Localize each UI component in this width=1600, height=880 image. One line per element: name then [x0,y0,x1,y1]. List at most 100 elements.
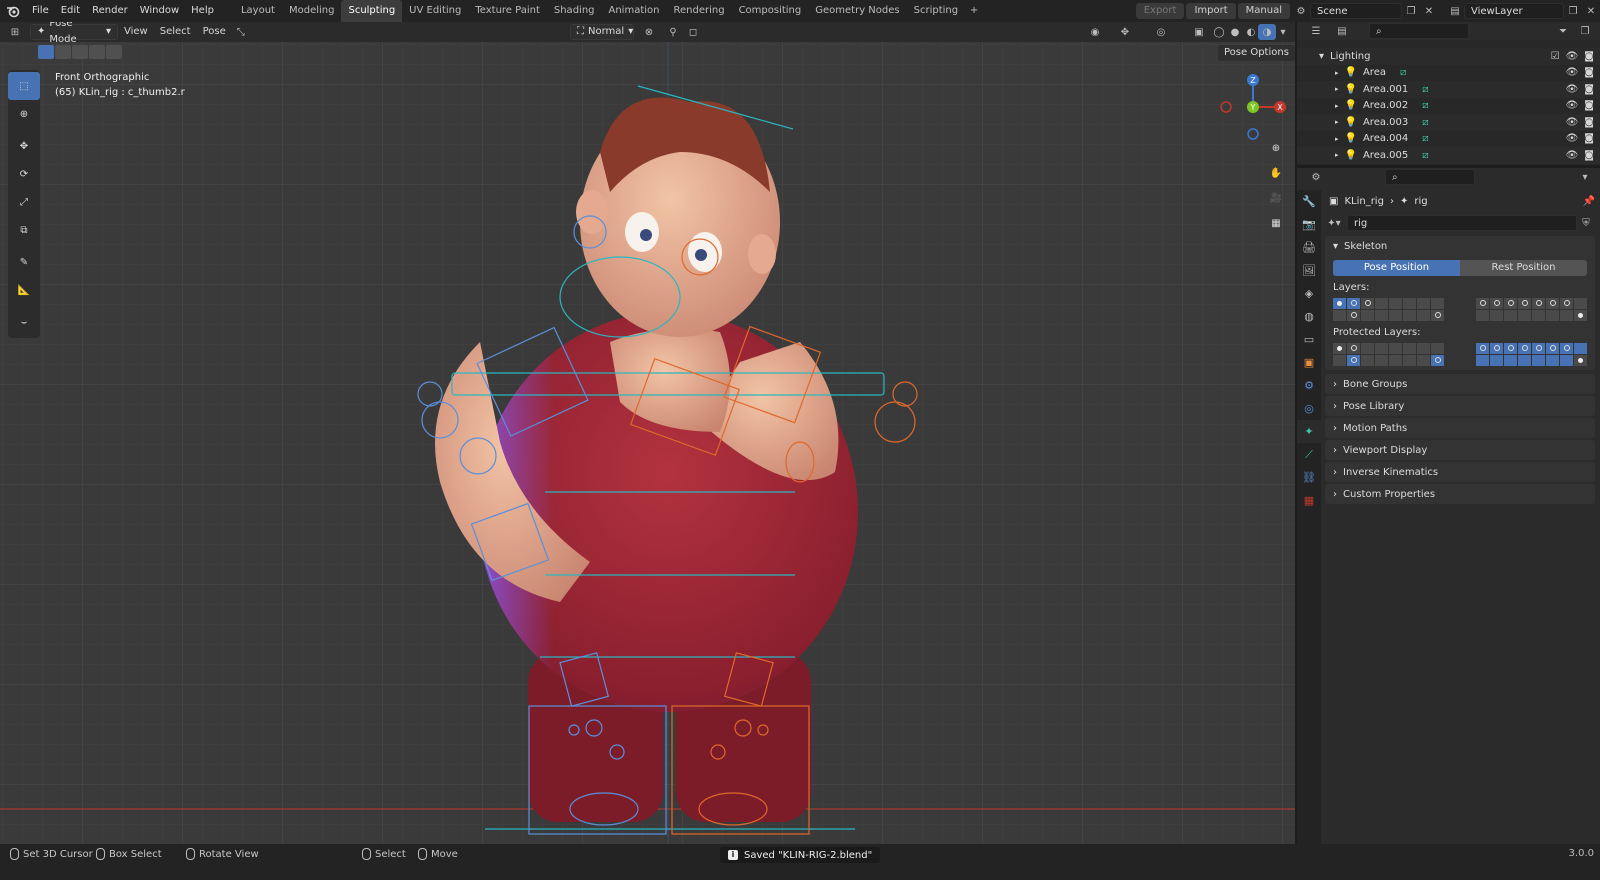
menu-pose[interactable]: Pose [197,22,232,42]
chevron-down-icon[interactable]: ▾ [1319,51,1324,62]
3d-viewport[interactable]: ⊞ ✦ Pose Mode ▾ View Select Pose ⤡ ⛶ Nor… [0,22,1295,844]
camera-icon[interactable]: ◙ [1584,133,1594,144]
checkbox-icon[interactable]: ☑ [1551,51,1560,62]
outliner-row[interactable]: ▸ 💡 Area.004 ⧄ 👁 ◙ [1297,131,1600,148]
modifier-tab-icon[interactable]: ⚙ [1297,374,1321,397]
chevron-right-icon[interactable]: ▸ [1335,135,1339,143]
skeleton-panel-header[interactable]: ▾ Skeleton [1325,236,1595,256]
outliner-row[interactable]: ▸ 💡 Area.001 ⧄ 👁 ◙ [1297,81,1600,98]
rest-position-button[interactable]: Rest Position [1460,260,1587,276]
camera-icon[interactable]: ◙ [1584,67,1594,78]
proportional-edit-icon[interactable]: ◻ [684,24,702,40]
menu-select[interactable]: Select [154,22,197,42]
outliner-row[interactable]: ▸ 💡 Area ⧄ 👁 ◙ [1297,65,1600,82]
tab-sculpting[interactable]: Sculpting [341,0,403,22]
viewlayer-icon[interactable]: ▤ [1446,3,1464,19]
orientation-dropdown[interactable]: ⛶ Normal ▾ [570,24,634,40]
outliner-row[interactable]: ▸ 💡 Area.002 ⧄ 👁 ◙ [1297,98,1600,115]
bone-arm-ik-r[interactable] [874,401,916,443]
outliner-row[interactable]: ▸ 💡 Area.005 ⧄ 👁 ◙ [1297,147,1600,164]
tab-texture-paint[interactable]: Texture Paint [468,0,547,22]
output-tab-icon[interactable]: 🖨 [1297,236,1321,259]
pose-position-button[interactable]: Pose Position [1333,260,1460,276]
eye-icon[interactable]: 👁 [1566,67,1579,78]
protected-grid-right[interactable] [1476,343,1587,366]
bone-tab-icon[interactable]: ⟋ [1297,443,1321,466]
gizmo-toggle-icon[interactable]: ✥ [1116,24,1134,40]
eye-icon[interactable]: 👁 [1566,100,1579,111]
bone-constraint-tab-icon[interactable]: ⛓ [1297,466,1321,489]
menu-window[interactable]: Window [134,0,185,22]
tab-rendering[interactable]: Rendering [666,0,731,22]
overlay-toggle-icon[interactable]: ◎ [1152,24,1170,40]
camera-icon[interactable]: ◙ [1584,100,1594,111]
fake-user-shield-icon[interactable]: ⛨ [1577,215,1595,231]
tab-modeling[interactable]: Modeling [282,0,342,22]
character-model[interactable] [435,97,858,822]
display-mode-icon[interactable]: ▤ [1333,23,1351,39]
manual-button[interactable]: Manual [1237,3,1290,19]
chevron-right-icon[interactable]: ▸ [1335,85,1339,93]
viewport-display-panel[interactable]: › Viewport Display [1325,440,1595,460]
menu-file[interactable]: File [26,0,55,22]
add-workspace-icon[interactable]: + [965,0,983,22]
xray-toggle-icon[interactable]: ▣ [1190,24,1208,40]
motion-paths-panel[interactable]: › Motion Paths [1325,418,1595,438]
tab-geometry-nodes[interactable]: Geometry Nodes [808,0,906,22]
menu-edit[interactable]: Edit [55,0,86,22]
chevron-right-icon[interactable]: ▸ [1335,118,1339,126]
blender-logo-icon[interactable] [0,0,26,22]
editor-type-icon[interactable]: ⊞ [6,24,24,40]
chevron-right-icon[interactable]: ▸ [1335,102,1339,110]
outliner-row-collection[interactable]: ▾ Lighting ☑ 👁 ◙ [1297,48,1600,65]
eye-icon[interactable]: 👁 [1566,117,1579,128]
pivot-icon[interactable]: ⊗ [640,24,658,40]
camera-icon[interactable]: ◙ [1584,84,1594,95]
inverse-kinematics-panel[interactable]: › Inverse Kinematics [1325,462,1595,482]
chevron-right-icon[interactable]: ▸ [1335,69,1339,77]
armature-data-icon[interactable]: ✦▾ [1325,215,1343,231]
saved-notification[interactable]: i Saved "KLIN-RIG-2.blend" [720,847,881,863]
shading-options-icon[interactable]: ▾ [1274,24,1292,40]
pin-icon[interactable]: 📌 [1583,196,1595,207]
menu-help[interactable]: Help [185,0,220,22]
camera-icon[interactable]: ◙ [1584,150,1594,161]
menu-render[interactable]: Render [86,0,134,22]
import-button[interactable]: Import [1186,3,1236,19]
close-scene-icon[interactable]: ✕ [1420,3,1438,19]
layers-grid-left[interactable] [1333,298,1444,321]
eye-icon[interactable]: 👁 [1566,84,1579,95]
texture-tab-icon[interactable]: ▦ [1297,489,1321,512]
filter-icon[interactable]: ⏷ [1554,23,1572,39]
close-viewlayer-icon[interactable]: ✕ [1582,3,1600,19]
tab-scripting[interactable]: Scripting [907,0,965,22]
tab-animation[interactable]: Animation [602,0,667,22]
eye-icon[interactable]: 👁 [1566,150,1579,161]
copy-viewlayer-icon[interactable]: ❐ [1564,3,1582,19]
layers-grid-right[interactable] [1476,298,1587,321]
tab-shading[interactable]: Shading [547,0,602,22]
scene-field[interactable]: Scene [1310,3,1402,19]
properties-search-input[interactable]: ⌕ [1385,169,1475,185]
export-button[interactable]: Export [1135,3,1185,19]
outliner-row[interactable]: ▸ 💡 Area.003 ⧄ 👁 ◙ [1297,114,1600,131]
eye-icon[interactable]: 👁 [1566,51,1579,62]
tab-uv-editing[interactable]: UV Editing [402,0,468,22]
outliner-editor-icon[interactable]: ☰ [1307,23,1325,39]
scene-tab-icon[interactable]: ◈ [1297,282,1321,305]
view-layer-tab-icon[interactable]: 🖼 [1297,259,1321,282]
snap-icon[interactable]: ⚲ [664,24,682,40]
camera-icon[interactable]: ◙ [1584,117,1594,128]
world-tab-icon[interactable]: ◍ [1297,305,1321,328]
protected-grid-left[interactable] [1333,343,1444,366]
custom-properties-panel[interactable]: › Custom Properties [1325,484,1595,504]
datablock-name-field[interactable]: rig [1347,215,1577,231]
eye-icon[interactable]: 👁 [1566,133,1579,144]
auto-keying-icon[interactable]: ⤡ [232,24,250,40]
viewlayer-field[interactable]: ViewLayer [1464,3,1564,19]
physics-tab-icon[interactable]: ◎ [1297,397,1321,420]
menu-view[interactable]: View [118,22,154,42]
outliner-search-input[interactable]: ⌕ [1369,23,1469,39]
scene-icon[interactable]: ⚙ [1292,3,1310,19]
render-tab-icon[interactable]: 📷 [1297,213,1321,236]
